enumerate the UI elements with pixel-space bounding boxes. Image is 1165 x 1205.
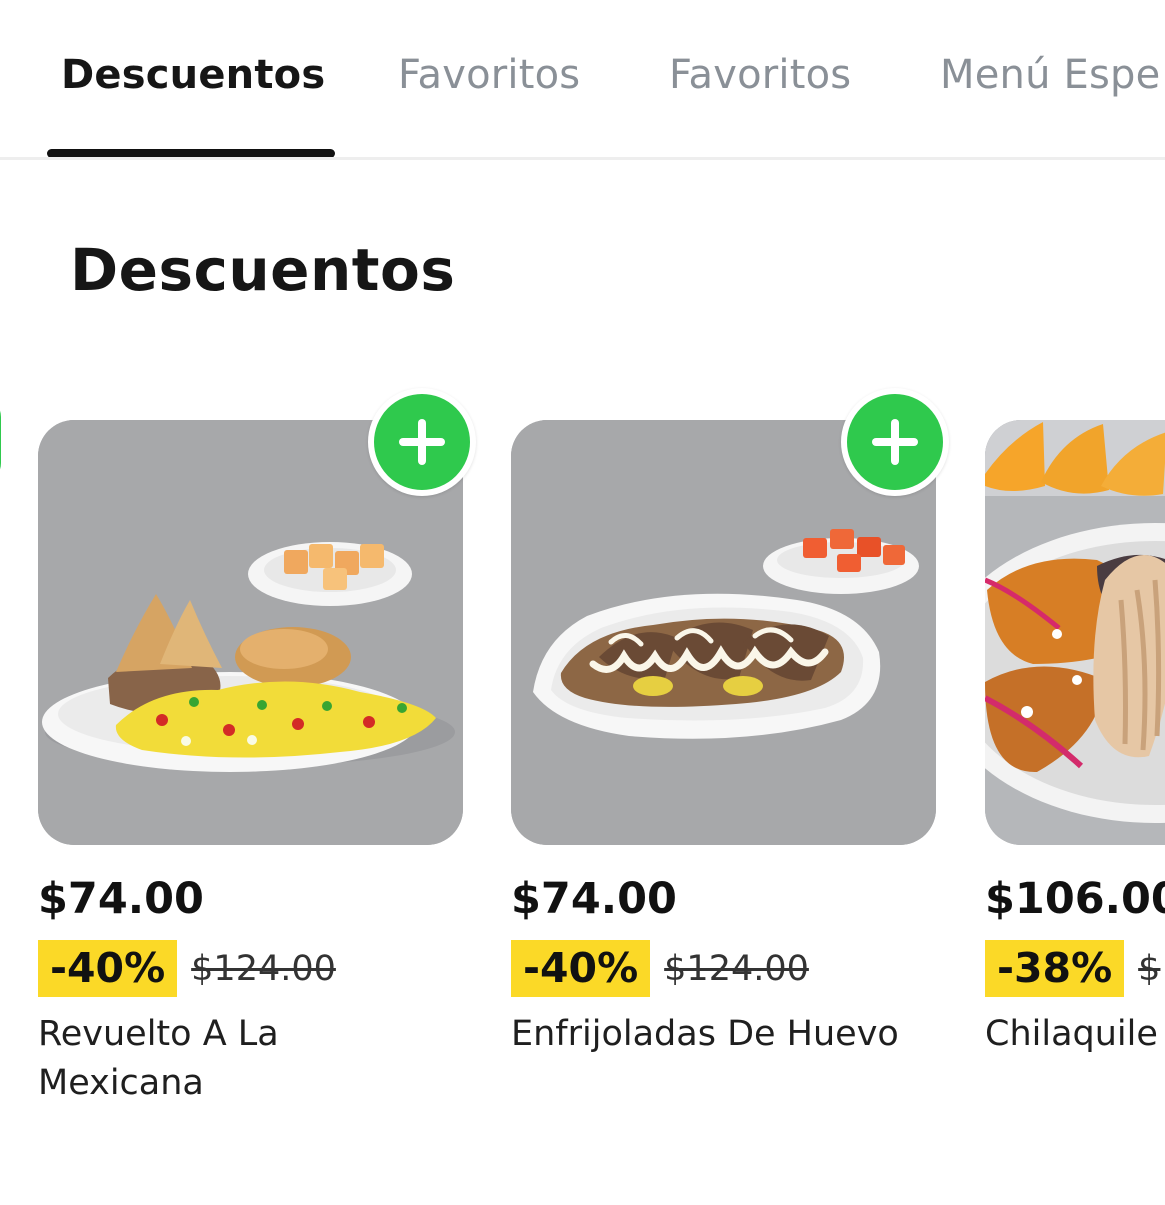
- product-name[interactable]: Revuelto A La Mexicana: [38, 1010, 338, 1108]
- product-image: [985, 420, 1165, 845]
- discount-badge: -40%: [38, 940, 178, 997]
- discount-badge: -40%: [511, 940, 651, 997]
- product-price: $106.00: [985, 874, 1165, 924]
- tab-descuentos[interactable]: Descuentos: [61, 52, 325, 98]
- tab-favoritos[interactable]: Favoritos: [398, 52, 580, 98]
- product-name[interactable]: Enfrijoladas De Huevo: [511, 1010, 931, 1059]
- active-tab-indicator: [47, 149, 335, 157]
- original-price: $: [1138, 948, 1161, 989]
- discount-row: -40% $124.00: [511, 940, 809, 997]
- product-price: $74.00: [511, 874, 677, 924]
- original-price: $124.00: [191, 948, 336, 989]
- category-tab-bar: Descuentos Favoritos Favoritos Menú Espe: [0, 0, 1165, 160]
- product-price: $74.00: [38, 874, 204, 924]
- chilaquiles-plate-icon: [985, 420, 1165, 845]
- original-price: $124.00: [664, 948, 809, 989]
- discount-row: -40% $124.00: [38, 940, 336, 997]
- product-name[interactable]: Chilaquile: [985, 1010, 1165, 1059]
- add-to-cart-button[interactable]: [368, 388, 476, 496]
- plus-icon: [872, 419, 918, 465]
- section-title: Descuentos: [70, 236, 456, 304]
- discount-row: -38% $: [985, 940, 1160, 997]
- add-to-cart-button[interactable]: [841, 388, 949, 496]
- plus-icon: [399, 419, 445, 465]
- discount-badge: -38%: [985, 940, 1125, 997]
- tab-menu-especial[interactable]: Menú Espe: [940, 52, 1160, 98]
- tab-favoritos-2[interactable]: Favoritos: [669, 52, 851, 98]
- previous-add-button[interactable]: [0, 392, 6, 488]
- menu-screen: Descuentos Favoritos Favoritos Menú Espe…: [0, 0, 1165, 1205]
